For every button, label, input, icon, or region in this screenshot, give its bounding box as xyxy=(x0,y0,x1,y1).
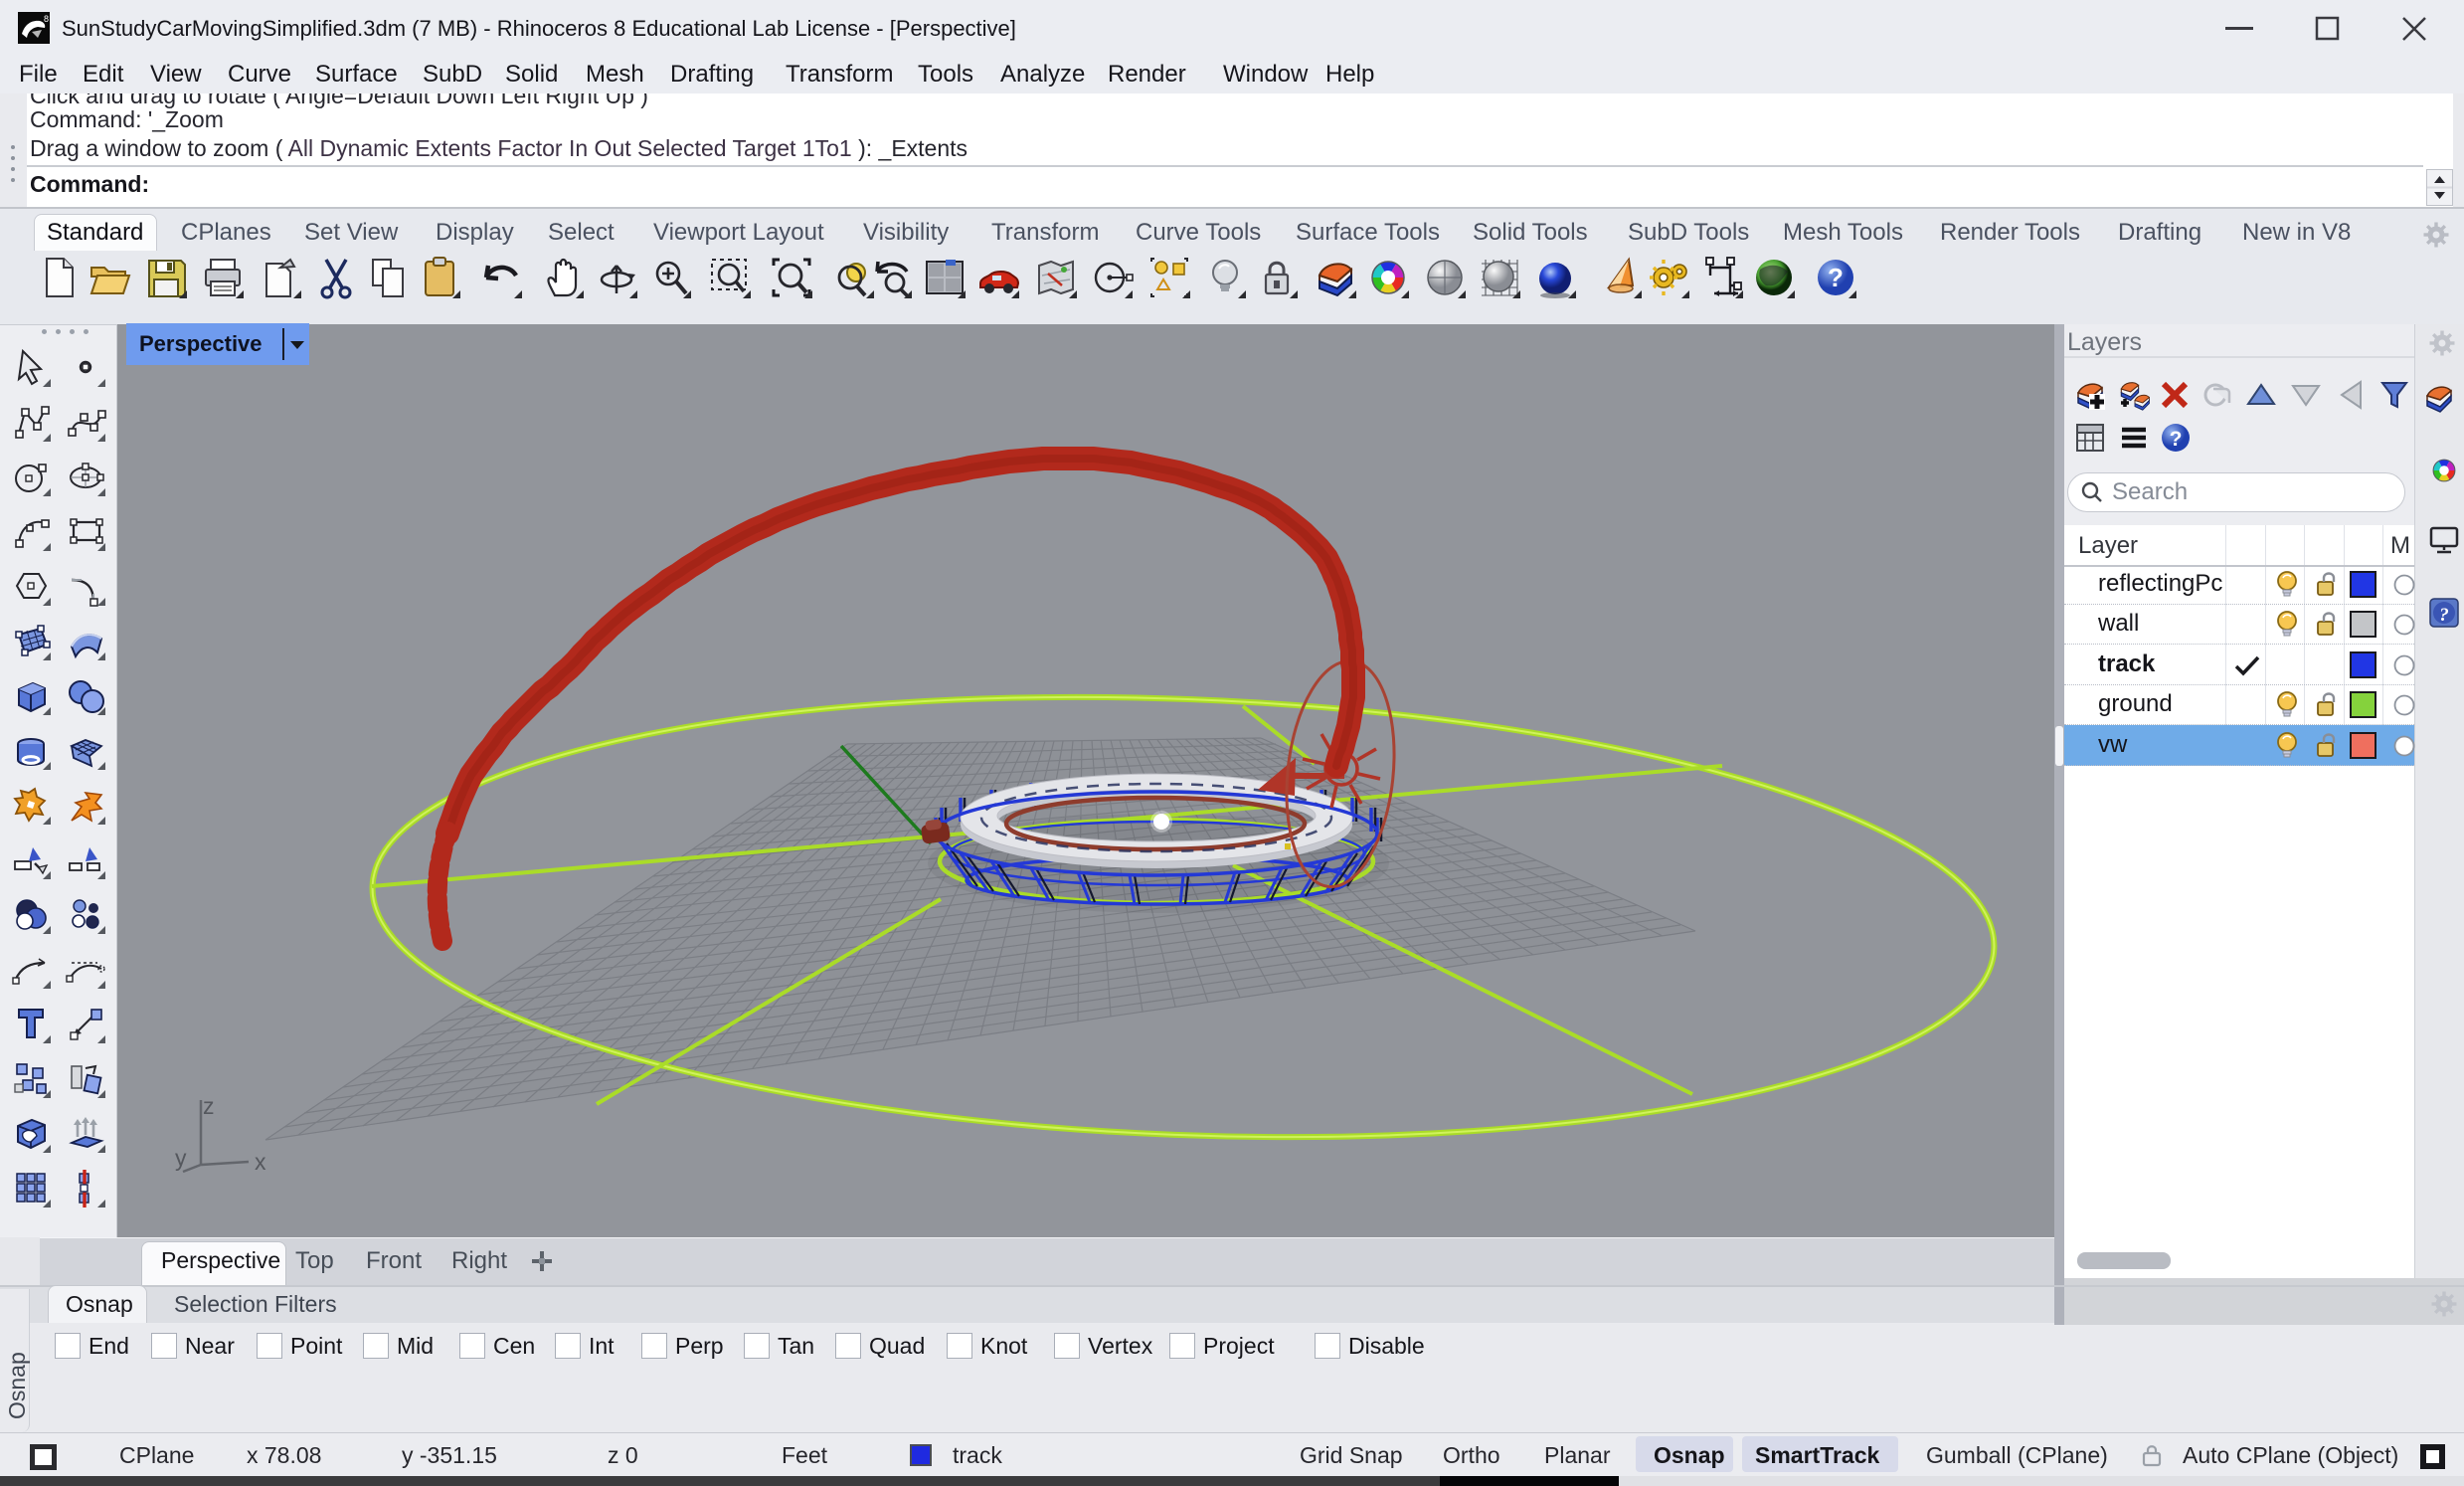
svg-text:8: 8 xyxy=(44,14,49,24)
svg-text:?: ? xyxy=(2170,428,2183,451)
svg-text:?: ? xyxy=(2439,605,2449,626)
svg-text:x: x xyxy=(255,1149,266,1175)
svg-text:y: y xyxy=(175,1145,187,1171)
svg-text:?: ? xyxy=(1828,263,1844,292)
svg-text:z: z xyxy=(203,1093,215,1119)
